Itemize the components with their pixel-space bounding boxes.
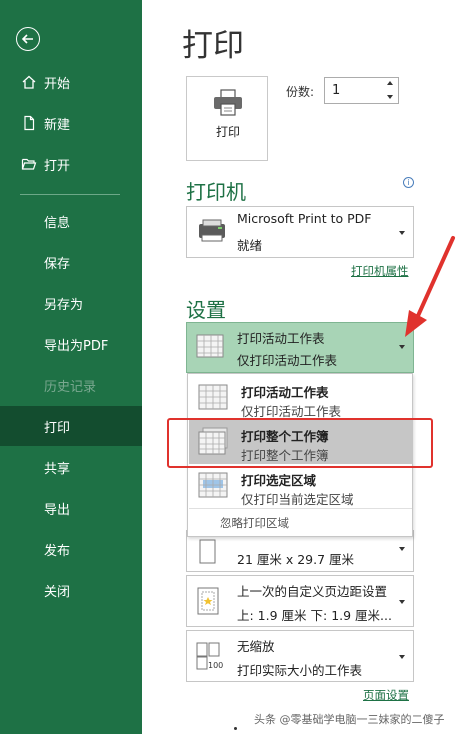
printer-device-icon <box>195 218 229 252</box>
copies-value: 1 <box>332 83 341 98</box>
back-arrow-icon[interactable] <box>16 27 40 51</box>
settings-section-title: 设置 <box>186 298 226 322</box>
spin-down-icon[interactable] <box>387 95 393 99</box>
menu-item-print-active-sheet[interactable]: 打印活动工作表 仅打印活动工作表 <box>189 376 412 420</box>
sidebar-item-print[interactable]: 打印 <box>0 406 142 446</box>
page-setup-link[interactable]: 页面设置 <box>363 687 409 703</box>
sidebar-item-label: 导出为PDF <box>44 338 109 354</box>
sidebar-item-export-pdf[interactable]: 导出为PDF <box>0 324 142 364</box>
sidebar-item-save[interactable]: 保存 <box>0 242 142 282</box>
copies-label: 份数: <box>286 85 315 99</box>
sidebar-item-label: 新建 <box>44 117 71 133</box>
selected-option-desc: 仅打印活动工作表 <box>237 353 338 368</box>
sidebar-item-label: 打印 <box>44 420 71 436</box>
scaling-icon: 100 <box>195 641 225 675</box>
chevron-down-icon <box>399 655 405 659</box>
printer-section-title: 打印机 <box>186 180 246 204</box>
sidebar-item-label: 开始 <box>44 76 71 92</box>
new-document-icon <box>21 115 37 131</box>
menu-divider <box>189 508 412 509</box>
sidebar-item-publish[interactable]: 发布 <box>0 529 142 569</box>
sidebar-item-new[interactable]: 新建 <box>0 103 142 143</box>
home-icon <box>21 74 37 90</box>
sidebar-item-save-as[interactable]: 另存为 <box>0 283 142 323</box>
sidebar-item-history: 历史记录 <box>0 365 142 405</box>
watermark-text: 头条 @零基础学电脑一三妹家的二傻子 <box>254 713 445 726</box>
sidebar-item-label: 发布 <box>44 543 71 559</box>
menu-item-title: 打印活动工作表 <box>241 385 329 400</box>
chevron-down-icon <box>399 345 405 349</box>
sidebar-item-home[interactable]: 开始 <box>0 62 142 102</box>
print-button[interactable]: 打印 <box>186 76 268 161</box>
margins-title: 上一次的自定义页边距设置 <box>237 584 388 599</box>
scaling-desc: 打印实际大小的工作表 <box>237 663 363 678</box>
scaling-title: 无缩放 <box>237 639 275 654</box>
sidebar-item-share[interactable]: 共享 <box>0 447 142 487</box>
menu-item-desc: 仅打印当前选定区域 <box>241 492 354 507</box>
sidebar-item-label: 导出 <box>44 502 71 518</box>
spin-up-icon[interactable] <box>387 81 393 85</box>
sidebar-item-label: 共享 <box>44 461 71 477</box>
margins-desc: 上: 1.9 厘米 下: 1.9 厘米... <box>237 608 392 623</box>
copies-stepper[interactable]: 1 <box>324 77 399 104</box>
selected-option-title: 打印活动工作表 <box>237 331 325 346</box>
sidebar-item-open[interactable]: 打开 <box>0 144 142 184</box>
printer-icon <box>212 89 244 121</box>
printer-dropdown[interactable]: Microsoft Print to PDF 就绪 <box>186 206 414 258</box>
sidebar-item-close[interactable]: 关闭 <box>0 570 142 610</box>
print-button-label: 打印 <box>215 125 240 139</box>
margins-icon <box>195 586 221 620</box>
menu-item-print-selection[interactable]: 打印选定区域 仅打印当前选定区域 <box>189 464 412 508</box>
active-sheet-icon <box>195 333 225 365</box>
sidebar-item-label: 关闭 <box>44 584 71 600</box>
paper-size-value: 21 厘米 x 29.7 厘米 <box>237 552 355 567</box>
highlight-annotation-box <box>167 418 433 468</box>
chevron-down-icon <box>399 547 405 551</box>
print-what-dropdown[interactable]: 打印活动工作表 仅打印活动工作表 <box>186 322 414 373</box>
annotation-arrow-icon <box>405 236 455 337</box>
page-title: 打印 <box>182 28 244 64</box>
menu-item-title: 打印选定区域 <box>241 473 317 488</box>
sidebar-item-label: 另存为 <box>44 297 84 313</box>
printer-status: 就绪 <box>237 238 263 253</box>
sidebar-item-label: 信息 <box>44 215 71 231</box>
margins-dropdown[interactable]: 上一次的自定义页边距设置 上: 1.9 厘米 下: 1.9 厘米... <box>186 575 414 627</box>
svg-text:100: 100 <box>208 661 223 670</box>
sidebar-divider <box>20 194 120 195</box>
info-icon[interactable]: i <box>403 177 414 188</box>
ignore-print-area-option[interactable]: 忽略打印区域 <box>220 515 289 531</box>
sidebar-item-info[interactable]: 信息 <box>0 201 142 241</box>
paper-icon <box>195 539 219 569</box>
active-sheet-icon <box>197 383 229 417</box>
bullet-dot <box>234 727 237 730</box>
chevron-down-icon <box>399 600 405 604</box>
selection-icon <box>197 471 229 505</box>
backstage-sidebar: 开始 新建 打开 信息 保存 另存为 导出为PDF 历史记录 打印 共享 导出 … <box>0 0 142 734</box>
sidebar-item-export[interactable]: 导出 <box>0 488 142 528</box>
sidebar-item-label: 保存 <box>44 256 71 272</box>
open-folder-icon <box>21 156 37 172</box>
sidebar-item-label: 打开 <box>44 158 71 174</box>
sidebar-item-label: 历史记录 <box>44 379 97 395</box>
printer-name: Microsoft Print to PDF <box>237 211 372 226</box>
scaling-dropdown[interactable]: 100 无缩放 打印实际大小的工作表 <box>186 630 414 682</box>
